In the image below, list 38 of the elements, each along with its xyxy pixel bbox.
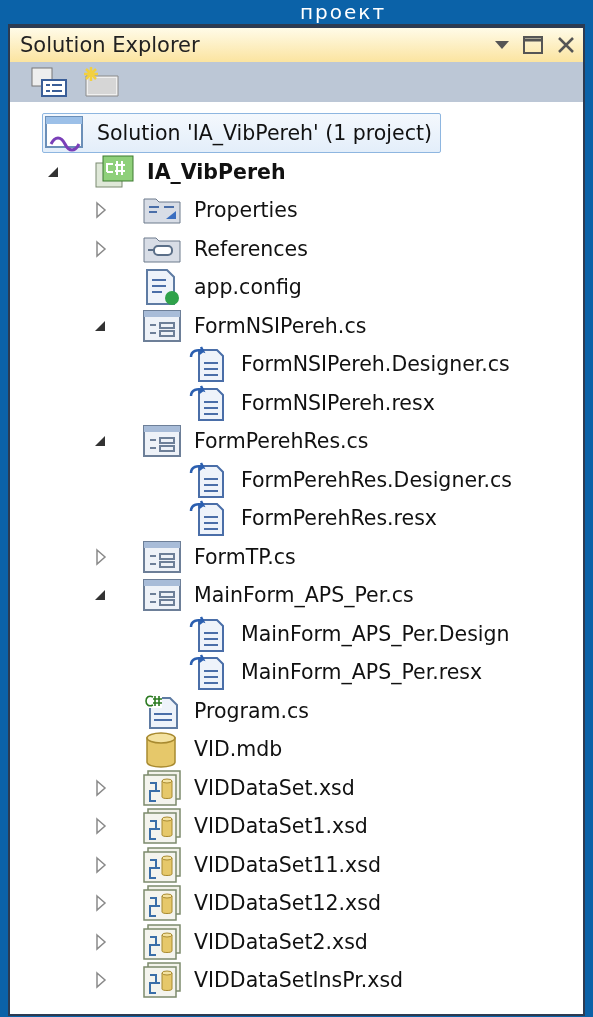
tree-item[interactable]: MainForm_APS_Per.cs xyxy=(139,575,423,616)
tree-item[interactable]: MainForm_APS_Per.Design xyxy=(186,613,519,654)
tree-item[interactable]: FormPerehRes.resx xyxy=(186,498,446,539)
solution-icon xyxy=(45,114,85,153)
dataset-icon xyxy=(142,845,182,884)
tree-item[interactable]: VIDDataSet11.xsd xyxy=(139,844,390,885)
tree-item[interactable]: VID.mdb xyxy=(139,729,292,770)
tree-item[interactable]: IA_VibPereh xyxy=(92,151,295,192)
tree-item[interactable]: app.config xyxy=(139,267,311,308)
tree-item[interactable]: VIDDataSet.xsd xyxy=(139,767,364,808)
maximize-icon[interactable] xyxy=(523,36,543,54)
tree-item[interactable]: VIDDataSetInsPr.xsd xyxy=(139,960,413,1001)
project-icon xyxy=(95,152,135,191)
tree-item[interactable]: VIDDataSet12.xsd xyxy=(139,883,390,924)
dataset-icon xyxy=(142,922,182,961)
tree-item[interactable]: Properties xyxy=(139,190,307,231)
slide-heading: проект xyxy=(300,1,387,23)
dropdown-icon[interactable] xyxy=(495,40,509,50)
tree-item[interactable]: VIDDataSet1.xsd xyxy=(139,806,377,847)
close-icon[interactable] xyxy=(557,36,575,54)
dataset-icon xyxy=(142,807,182,846)
tree-item[interactable]: FormNSIPereh.resx xyxy=(186,382,444,423)
tree-item[interactable]: Program.cs xyxy=(139,690,318,731)
tree-item[interactable]: FormPerehRes.Designer.cs xyxy=(186,459,521,500)
tree-item[interactable]: FormNSIPereh.cs xyxy=(139,305,376,346)
dataset-icon xyxy=(142,961,182,1000)
tree-item[interactable]: FormTP.cs xyxy=(139,536,305,577)
new-folder-icon[interactable] xyxy=(82,66,122,98)
dataset-icon xyxy=(142,884,182,923)
tree-item[interactable]: MainForm_APS_Per.resx xyxy=(186,652,492,693)
tree-item[interactable]: FormPerehRes.cs xyxy=(139,421,378,462)
tree-item[interactable]: Solution 'IA_VibPereh' (1 project) xyxy=(42,113,441,154)
window-title: Solution Explorer xyxy=(20,33,201,57)
dataset-icon xyxy=(142,768,182,807)
tree-item[interactable]: FormNSIPereh.Designer.cs xyxy=(186,344,519,385)
properties-icon[interactable] xyxy=(30,66,68,98)
tree-item[interactable]: References xyxy=(139,228,317,269)
tree-item[interactable]: VIDDataSet2.xsd xyxy=(139,921,377,962)
